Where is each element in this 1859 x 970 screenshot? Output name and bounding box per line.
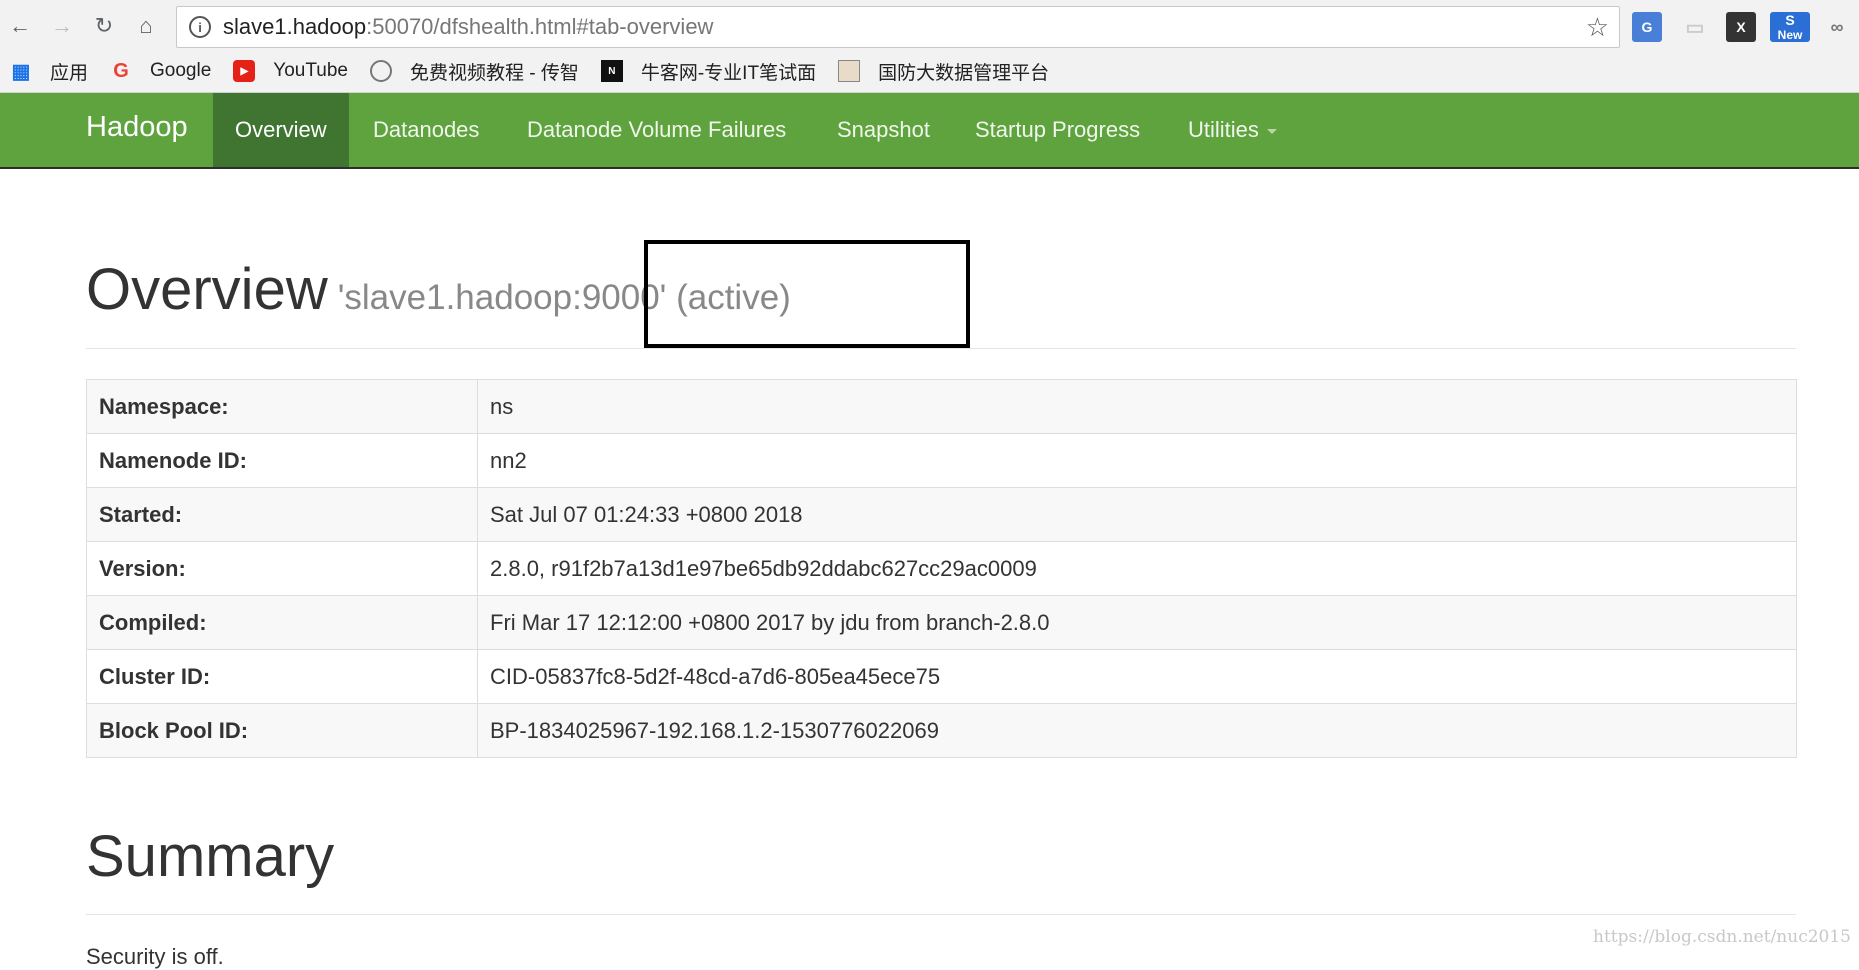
row-key: Namenode ID: [86, 433, 478, 488]
row-value: Fri Mar 17 12:12:00 +0800 2017 by jdu fr… [477, 595, 1797, 650]
row-value: 2.8.0, r91f2b7a13d1e97be65db92ddabc627cc… [477, 541, 1797, 596]
url-path: :50070/dfshealth.html#tab-overview [366, 14, 714, 39]
url-text[interactable]: slave1.hadoop:50070/dfshealth.html#tab-o… [223, 14, 713, 40]
row-key: Cluster ID: [86, 649, 478, 704]
tab-snapshot[interactable]: Snapshot [815, 93, 952, 167]
bookmark-nowcoder[interactable]: N 牛客网-专业IT笔试面 [600, 58, 817, 85]
tab-label: Datanodes [373, 117, 480, 142]
bookmark-label: YouTube [273, 60, 348, 81]
bookmark-label: 应用 [50, 62, 89, 84]
table-row: Namenode ID: nn2 [86, 433, 1797, 488]
table-row: Version: 2.8.0, r91f2b7a13d1e97be65db92dd… [86, 541, 1797, 596]
watermark: https://blog.csdn.net/nuc2015 [1593, 927, 1851, 947]
tab-label: Startup Progress [975, 117, 1141, 142]
forward-icon[interactable]: → [46, 10, 78, 42]
row-key: Compiled: [86, 595, 478, 650]
overview-title: Overview [86, 257, 328, 322]
site-icon [369, 60, 392, 82]
reload-icon[interactable]: ↻ [88, 10, 120, 42]
security-status: Security is off. [86, 944, 224, 969]
row-key: Block Pool ID: [86, 703, 478, 758]
tab-label: Datanode Volume Failures [527, 117, 787, 142]
row-value: nn2 [477, 433, 1797, 488]
cast-extension-icon[interactable]: ▭ [1680, 12, 1710, 42]
address-bar[interactable]: i slave1.hadoop:50070/dfshealth.html#tab… [176, 6, 1620, 48]
home-icon[interactable]: ⌂ [130, 10, 162, 42]
hadoop-navbar: Hadoop Overview Datanodes Datanode Volum… [0, 93, 1859, 169]
tab-datanode-volume-failures[interactable]: Datanode Volume Failures [505, 93, 808, 167]
info-icon[interactable]: i [189, 16, 211, 38]
bookmark-label: 牛客网-专业IT笔试面 [640, 62, 817, 84]
caret-down-icon [1266, 128, 1277, 134]
apps-grid-icon: ▦ [11, 60, 31, 83]
youtube-icon: ▶ [233, 60, 256, 82]
new-badge: New [1777, 28, 1803, 42]
tab-utilities[interactable]: Utilities [1166, 93, 1299, 167]
table-row: Namespace: ns [86, 379, 1797, 434]
row-value: Sat Jul 07 01:24:33 +0800 2018 [477, 487, 1797, 542]
summary-title: Summary [86, 824, 335, 889]
back-icon[interactable]: ← [4, 10, 36, 42]
row-value: ns [477, 379, 1797, 434]
highlight-box [644, 240, 970, 348]
table-row: Cluster ID: CID-05837fc8-5d2f-48cd-a7d6-8… [86, 649, 1797, 704]
brand-logo[interactable]: Hadoop [86, 111, 188, 144]
divider [86, 914, 1796, 915]
image-icon [838, 60, 861, 82]
bookmark-itcast[interactable]: 免费视频教程 - 传智 [369, 58, 579, 85]
overview-table: Namespace: ns Namenode ID: nn2 Started: Sat… [86, 379, 1797, 758]
bookmark-bigdata[interactable]: 国防大数据管理平台 [838, 58, 1049, 85]
bookmark-apps[interactable]: ▦ 应用 [10, 58, 88, 85]
row-key: Started: [86, 487, 478, 542]
row-key: Version: [86, 541, 478, 596]
row-value: CID-05837fc8-5d2f-48cd-a7d6-805ea45ece75 [477, 649, 1797, 704]
bookmark-star-icon[interactable]: ☆ [1586, 12, 1609, 43]
tab-startup-progress[interactable]: Startup Progress [953, 93, 1162, 167]
tab-datanodes[interactable]: Datanodes [351, 93, 501, 167]
browser-chrome: ← → ↻ ⌂ i slave1.hadoop:50070/dfshealth.… [0, 0, 1859, 93]
table-row: Block Pool ID: BP-1834025967-192.168.1.2-… [86, 703, 1797, 758]
tab-label: Snapshot [837, 117, 930, 142]
bookmark-label: 国防大数据管理平台 [878, 62, 1050, 84]
menu-extension-icon[interactable]: ∞ [1822, 12, 1852, 42]
bookmarks-bar: ▦ 应用 G Google ▶ YouTube 免费视频教程 - 传智 N 牛客… [0, 52, 1859, 90]
url-host: slave1.hadoop [223, 14, 367, 39]
tab-label: Utilities [1188, 117, 1259, 142]
new-extension-icon[interactable]: S New [1770, 12, 1810, 42]
bookmark-label: 免费视频教程 - 传智 [409, 62, 579, 84]
tab-overview[interactable]: Overview [213, 93, 349, 167]
nowcoder-icon: N [600, 60, 623, 82]
table-row: Started: Sat Jul 07 01:24:33 +0800 2018 [86, 487, 1797, 542]
x-extension-icon[interactable]: X [1726, 12, 1756, 42]
bookmark-google[interactable]: G Google [110, 60, 211, 82]
row-key: Namespace: [86, 379, 478, 434]
tab-label: Overview [235, 117, 327, 142]
bookmark-label: Google [150, 60, 212, 81]
bookmark-youtube[interactable]: ▶ YouTube [233, 60, 348, 82]
google-icon: G [113, 59, 129, 82]
table-row: Compiled: Fri Mar 17 12:12:00 +0800 2017 … [86, 595, 1797, 650]
row-value: BP-1834025967-192.168.1.2-1530776022069 [477, 703, 1797, 758]
translate-extension-icon[interactable]: G [1632, 12, 1662, 42]
divider [86, 348, 1796, 349]
